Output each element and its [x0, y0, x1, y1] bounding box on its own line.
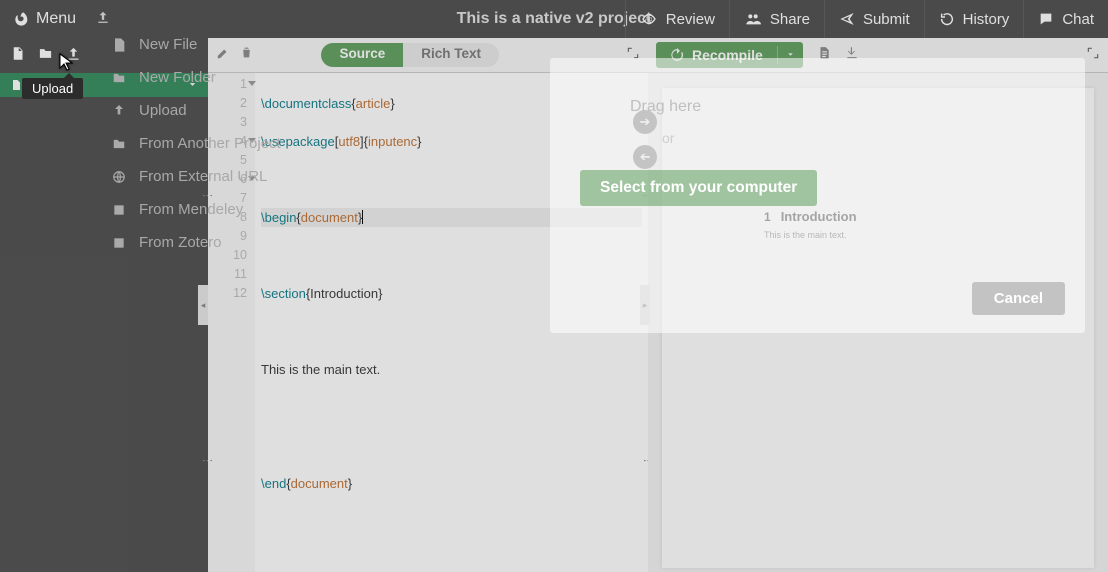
- dropdown-from-mendeley[interactable]: From Mendeley: [95, 193, 305, 226]
- dropdown-from-zotero[interactable]: From Zotero: [95, 226, 305, 259]
- dropdown-new-folder[interactable]: New Folder: [95, 61, 305, 94]
- dropdown-label: From Zotero: [139, 234, 222, 251]
- dropdown-new-file[interactable]: New File: [95, 28, 305, 61]
- mouse-cursor: [59, 53, 75, 78]
- dropdown-from-url[interactable]: From External URL: [95, 160, 305, 193]
- dropdown-label: New Folder: [139, 69, 216, 86]
- dropdown-label: From Another Project: [139, 135, 281, 152]
- dropdown-label: From Mendeley: [139, 201, 243, 218]
- upload-modal: Drag here or Select from your computer C…: [550, 58, 1085, 333]
- dropdown-upload[interactable]: Upload: [95, 94, 305, 127]
- select-from-computer-button[interactable]: Select from your computer: [580, 170, 817, 206]
- upload-tooltip: Upload: [22, 78, 83, 99]
- dropdown-label: New File: [139, 36, 197, 53]
- cancel-button[interactable]: Cancel: [972, 282, 1065, 315]
- new-file-dropdown: New File New Folder Upload From Another …: [95, 22, 305, 265]
- upload-dropzone[interactable]: Drag here or Select from your computer: [570, 78, 1065, 263]
- or-label: or: [662, 130, 674, 146]
- dropdown-label: Upload: [139, 102, 187, 119]
- drag-here-label: Drag here: [630, 98, 701, 116]
- dropdown-from-project[interactable]: From Another Project: [95, 127, 305, 160]
- dropdown-label: From External URL: [139, 168, 267, 185]
